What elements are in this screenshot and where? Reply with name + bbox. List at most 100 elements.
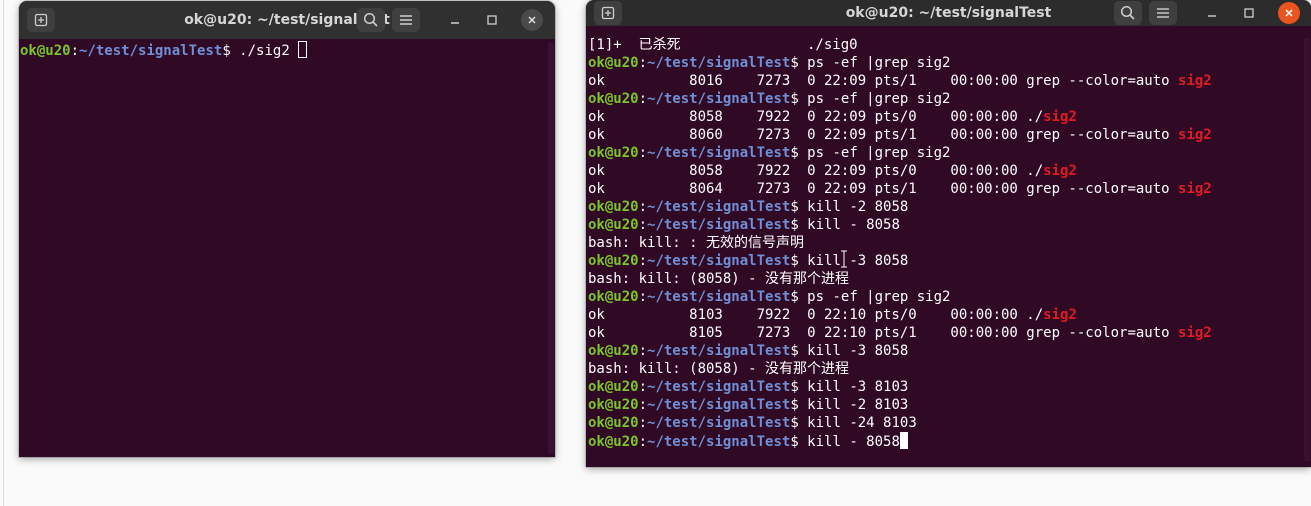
- prompt-user: ok@u20: [588, 199, 639, 215]
- scrollbar[interactable]: [1304, 38, 1310, 461]
- text-cursor-icon: [841, 250, 847, 268]
- terminal-window-left[interactable]: ok@u20: ~/test/signalTest ok@u20:~/test/…: [19, 1, 555, 457]
- close-button[interactable]: [521, 9, 543, 31]
- terminal-text: [1]+ 已杀死 ./sig0: [588, 37, 858, 53]
- prompt-path: ~/test/signalTest: [647, 343, 791, 359]
- minimize-button[interactable]: [1201, 2, 1223, 24]
- window-title: ok@u20: ~/test/signalTest: [184, 12, 390, 28]
- terminal-text: :: [638, 289, 648, 305]
- prompt-path: ~/test/signalTest: [647, 397, 791, 413]
- prompt-path: ~/test/signalTest: [79, 43, 223, 59]
- terminal-text: :: [638, 434, 648, 450]
- new-tab-button[interactable]: [594, 1, 622, 25]
- terminal-text: ok 8103 7922 0 22:10 pts/0 00:00:00 ./: [588, 307, 1044, 323]
- desktop-edge: [3, 0, 4, 506]
- terminal-text: :: [638, 397, 648, 413]
- prompt-path: ~/test/signalTest: [647, 434, 791, 450]
- terminal-line: ok 8016 7273 0 22:09 pts/1 00:00:00 grep…: [588, 72, 1311, 90]
- terminal-line: ok 8103 7922 0 22:10 pts/0 00:00:00 ./si…: [588, 306, 1311, 324]
- new-tab-button[interactable]: [27, 8, 55, 32]
- terminal-line: ok 8058 7922 0 22:09 pts/0 00:00:00 ./si…: [588, 162, 1311, 180]
- prompt-user: ok@u20: [588, 91, 639, 107]
- terminal-line: ok@u20:~/test/signalTest$ kill - 8058: [588, 432, 1311, 450]
- new-tab-icon: [601, 6, 615, 20]
- terminal-output[interactable]: ok@u20:~/test/signalTest$ ./sig2: [19, 41, 555, 457]
- prompt-path: ~/test/signalTest: [647, 253, 791, 269]
- menu-button[interactable]: [1149, 1, 1177, 25]
- text-cursor: [899, 432, 908, 449]
- terminal-text: :: [70, 43, 80, 59]
- text-cursor: [298, 41, 308, 58]
- terminal-text: :: [638, 145, 648, 161]
- search-icon: [1120, 5, 1135, 20]
- prompt-user: ok@u20: [588, 434, 639, 450]
- close-icon: [1285, 9, 1293, 17]
- grep-match: sig2: [1178, 325, 1212, 341]
- terminal-text: :: [638, 253, 648, 269]
- terminal-text: $ ps -ef |grep sig2: [790, 91, 951, 107]
- terminal-text: :: [638, 91, 648, 107]
- scrollbar[interactable]: [548, 43, 554, 453]
- terminal-text: bash: kill: (8058) - 没有那个进程: [588, 271, 850, 287]
- terminal-text: $ kill -2 8103: [790, 397, 909, 413]
- hamburger-menu-icon: [1157, 8, 1169, 18]
- terminal-text: $ kill -3 8058: [790, 253, 909, 269]
- terminal-text: ok 8060 7273 0 22:09 pts/1 00:00:00 grep…: [588, 127, 1179, 143]
- prompt-user: ok@u20: [588, 145, 639, 161]
- prompt-path: ~/test/signalTest: [647, 289, 791, 305]
- prompt-user: ok@u20: [588, 253, 639, 269]
- minimize-icon: [451, 22, 459, 24]
- terminal-line: ok@u20:~/test/signalTest$ kill - 8058: [588, 216, 1311, 234]
- prompt-user: ok@u20: [20, 43, 71, 59]
- prompt-user: ok@u20: [588, 217, 639, 233]
- terminal-text: ok 8016 7273 0 22:09 pts/1 00:00:00 grep…: [588, 73, 1179, 89]
- terminal-text: :: [638, 199, 648, 215]
- terminal-line: ok@u20:~/test/signalTest$ kill -2 8058: [588, 198, 1311, 216]
- prompt-user: ok@u20: [588, 289, 639, 305]
- close-icon: [528, 16, 536, 24]
- terminal-text: :: [638, 55, 648, 71]
- prompt-path: ~/test/signalTest: [647, 217, 791, 233]
- menu-button[interactable]: [392, 8, 420, 32]
- terminal-line: ok@u20:~/test/signalTest$ kill -24 8103: [588, 414, 1311, 432]
- terminal-text: $ kill - 8058: [790, 217, 900, 233]
- terminal-text: bash: kill: : 无效的信号声明: [588, 235, 805, 251]
- terminal-line: ok 8060 7273 0 22:09 pts/1 00:00:00 grep…: [588, 126, 1311, 144]
- prompt-path: ~/test/signalTest: [647, 91, 791, 107]
- title-bar[interactable]: ok@u20: ~/test/signalTest: [19, 1, 555, 39]
- search-button[interactable]: [1114, 1, 1142, 25]
- terminal-window-right[interactable]: ok@u20: ~/test/signalTest [1]+ 已杀死 ./sig…: [586, 0, 1311, 467]
- terminal-line: ok@u20:~/test/signalTest$ ps -ef |grep s…: [588, 288, 1311, 306]
- prompt-user: ok@u20: [588, 397, 639, 413]
- terminal-line: ok@u20:~/test/signalTest$ ps -ef |grep s…: [588, 54, 1311, 72]
- terminal-output[interactable]: [1]+ 已杀死 ./sig0 ok@u20:~/test/signalTest$…: [586, 36, 1311, 467]
- maximize-button[interactable]: [1238, 2, 1260, 24]
- terminal-text: $ ./sig2: [222, 43, 299, 59]
- grep-match: sig2: [1043, 307, 1077, 323]
- terminal-line: ok@u20:~/test/signalTest$ ./sig2: [20, 41, 555, 59]
- minimize-icon: [1208, 15, 1216, 17]
- maximize-button[interactable]: [481, 9, 503, 31]
- new-tab-icon: [34, 13, 48, 27]
- terminal-line: ok@u20:~/test/signalTest$ kill -3 8058: [588, 252, 1311, 270]
- terminal-line: ok 8058 7922 0 22:09 pts/0 00:00:00 ./si…: [588, 108, 1311, 126]
- terminal-line: ok 8105 7273 0 22:10 pts/1 00:00:00 grep…: [588, 324, 1311, 342]
- terminal-text: $ kill -3 8103: [790, 379, 909, 395]
- minimize-button[interactable]: [444, 9, 466, 31]
- maximize-icon: [487, 15, 497, 25]
- grep-match: sig2: [1178, 73, 1212, 89]
- terminal-text: $ kill - 8058: [790, 434, 900, 450]
- terminal-text: :: [638, 217, 648, 233]
- terminal-line: ok@u20:~/test/signalTest$ kill -2 8103: [588, 396, 1311, 414]
- terminal-line: ok@u20:~/test/signalTest$ kill -3 8058: [588, 342, 1311, 360]
- terminal-text: $ kill -3 8058: [790, 343, 909, 359]
- terminal-text: ok 8064 7273 0 22:09 pts/1 00:00:00 grep…: [588, 181, 1179, 197]
- close-button[interactable]: [1278, 2, 1300, 24]
- terminal-text: ok 8058 7922 0 22:09 pts/0 00:00:00 ./: [588, 163, 1044, 179]
- title-bar[interactable]: ok@u20: ~/test/signalTest: [586, 0, 1311, 26]
- terminal-text: :: [638, 379, 648, 395]
- search-button[interactable]: [357, 8, 385, 32]
- prompt-path: ~/test/signalTest: [647, 415, 791, 431]
- hamburger-menu-icon: [400, 15, 412, 25]
- prompt-path: ~/test/signalTest: [647, 199, 791, 215]
